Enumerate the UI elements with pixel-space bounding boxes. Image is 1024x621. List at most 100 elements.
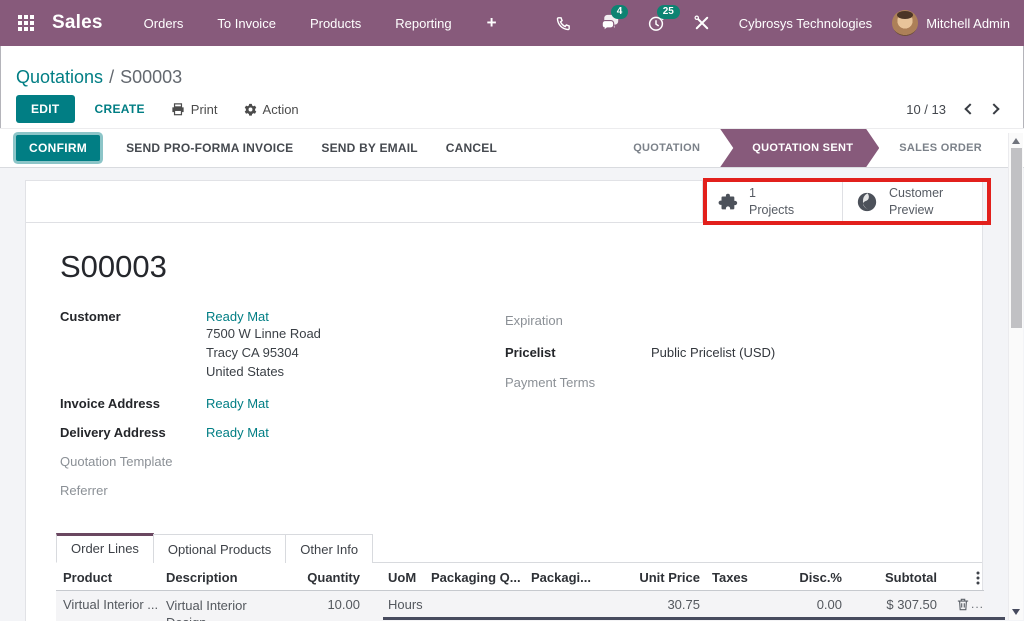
address-country: United States (206, 362, 321, 381)
customer-preview-smart-button[interactable]: Customer Preview (842, 181, 982, 222)
delete-row-button[interactable] (957, 598, 969, 611)
cell-subtotal[interactable]: $ 307.50 (842, 597, 937, 612)
top-navbar: Sales Orders To Invoice Products Reporti… (0, 0, 1024, 46)
scrollbar-up-arrow-icon[interactable] (1012, 138, 1020, 144)
invoice-address-link[interactable]: Ready Mat (206, 396, 269, 411)
company-name[interactable]: Cybrosys Technologies (739, 16, 872, 31)
customer-preview-label: Preview (889, 202, 943, 218)
breadcrumb-quotations-link[interactable]: Quotations (16, 67, 103, 88)
state-quotation-sent[interactable]: QUOTATION SENT (720, 129, 879, 167)
col-packaging[interactable]: Packagi... (525, 570, 625, 585)
scrollbar-thumb[interactable] (1011, 148, 1022, 328)
col-disc[interactable]: Disc.% (772, 570, 842, 585)
action-label: Action (263, 102, 299, 117)
breadcrumb: Quotations / S00003 (0, 46, 1024, 90)
expiration-field: Expiration (505, 313, 975, 328)
invoice-address-label: Invoice Address (60, 396, 206, 411)
delivery-address-label: Delivery Address (60, 425, 206, 440)
app-title[interactable]: Sales (52, 12, 103, 34)
pricelist-value[interactable]: Public Pricelist (USD) (651, 345, 775, 360)
projects-label: Projects (749, 202, 794, 218)
printer-icon (171, 103, 185, 116)
plus-icon[interactable]: + (469, 1, 515, 45)
user-avatar[interactable] (892, 10, 918, 36)
projects-smart-button[interactable]: 1 Projects (702, 181, 842, 222)
action-button[interactable]: Action (244, 102, 299, 117)
cell-disc[interactable]: 0.00 (772, 597, 842, 612)
kebab-menu-icon (976, 571, 980, 585)
customer-label: Customer (60, 309, 206, 381)
print-button[interactable]: Print (171, 102, 218, 117)
pager-counter: 10 / 13 (906, 102, 946, 117)
col-description[interactable]: Description (159, 569, 269, 586)
customer-link[interactable]: Ready Mat (206, 309, 321, 324)
pricelist-label: Pricelist (505, 345, 651, 360)
apps-menu-icon[interactable] (14, 11, 38, 35)
confirm-button[interactable]: CONFIRM (16, 135, 100, 161)
invoice-address-field: Invoice Address Ready Mat (60, 396, 490, 411)
menu-to-invoice[interactable]: To Invoice (200, 2, 293, 45)
optional-columns-toggle[interactable] (937, 571, 984, 585)
col-taxes[interactable]: Taxes (700, 570, 772, 585)
col-product[interactable]: Product (56, 570, 159, 585)
address-city: Tracy CA 95304 (206, 343, 321, 362)
left-field-group: Customer Ready Mat 7500 W Linne Road Tra… (60, 309, 490, 498)
tab-order-lines[interactable]: Order Lines (56, 533, 154, 563)
address-street: 7500 W Linne Road (206, 324, 321, 343)
cell-quantity[interactable]: 10.00 (269, 597, 360, 612)
gear-icon (244, 103, 257, 116)
smart-buttons-strip: 1 Projects Customer Preview (26, 181, 982, 223)
expiration-label: Expiration (505, 313, 651, 328)
payment-terms-label: Payment Terms (505, 375, 651, 390)
vertical-scrollbar[interactable] (1008, 133, 1023, 620)
col-unit-price[interactable]: Unit Price (625, 570, 700, 585)
horizontal-scrollbar-thumb[interactable] (383, 617, 1005, 620)
referrer-label: Referrer (60, 483, 206, 498)
row-overflow-ellipsis: ... (971, 597, 984, 611)
col-uom[interactable]: UoM (360, 570, 425, 585)
create-button[interactable]: CREATE (95, 102, 145, 116)
delivery-address-link[interactable]: Ready Mat (206, 425, 269, 440)
trash-icon (957, 598, 969, 611)
send-proforma-button[interactable]: SEND PRO-FORMA INVOICE (126, 141, 293, 155)
puzzle-icon (716, 191, 738, 213)
edit-button[interactable]: EDIT (16, 95, 75, 123)
col-subtotal[interactable]: Subtotal (842, 570, 937, 585)
messages-icon[interactable]: 4 (599, 12, 621, 34)
state-sales-order[interactable]: SALES ORDER (879, 129, 1002, 167)
referrer-field: Referrer (60, 483, 490, 498)
scrollbar-down-arrow-icon[interactable] (1012, 609, 1020, 615)
cancel-button[interactable]: CANCEL (446, 141, 497, 155)
phone-icon[interactable] (553, 12, 575, 34)
cell-uom[interactable]: Hours (360, 597, 425, 612)
quotation-template-field: Quotation Template (60, 454, 490, 469)
activities-icon[interactable]: 25 (645, 12, 667, 34)
menu-reporting[interactable]: Reporting (378, 2, 468, 45)
pager-previous-icon[interactable] (964, 103, 975, 114)
messages-badge: 4 (611, 5, 629, 19)
state-quotation[interactable]: QUOTATION (613, 129, 720, 167)
quotation-sheet: 1 Projects Customer Preview S00003 Custo (25, 180, 983, 621)
cell-unit-price[interactable]: 30.75 (625, 597, 700, 612)
user-name[interactable]: Mitchell Admin (926, 16, 1010, 31)
pager-next-icon[interactable] (988, 103, 999, 114)
breadcrumb-current: S00003 (120, 67, 182, 88)
menu-products[interactable]: Products (293, 2, 378, 45)
status-pipeline: QUOTATION QUOTATION SENT SALES ORDER (613, 129, 1002, 167)
menu-orders[interactable]: Orders (127, 2, 201, 45)
tab-other-info[interactable]: Other Info (285, 534, 373, 563)
record-title[interactable]: S00003 (60, 249, 982, 285)
col-packaging-qty[interactable]: Packaging Q... (425, 570, 525, 585)
cell-description[interactable]: Virtual Interior Design (159, 597, 269, 621)
order-lines-table: Product Description Quantity UoM Packagi… (56, 565, 984, 621)
right-field-group: Expiration Pricelist Public Pricelist (U… (505, 313, 975, 390)
send-by-email-button[interactable]: SEND BY EMAIL (321, 141, 417, 155)
tab-optional-products[interactable]: Optional Products (153, 534, 286, 563)
cell-product[interactable]: Virtual Interior ... (56, 597, 159, 612)
table-header-row: Product Description Quantity UoM Packagi… (56, 565, 984, 591)
col-quantity[interactable]: Quantity (269, 570, 360, 585)
delivery-address-field: Delivery Address Ready Mat (60, 425, 490, 440)
tools-icon[interactable] (691, 12, 713, 34)
globe-icon (856, 191, 878, 213)
pager: 10 / 13 (906, 102, 998, 117)
